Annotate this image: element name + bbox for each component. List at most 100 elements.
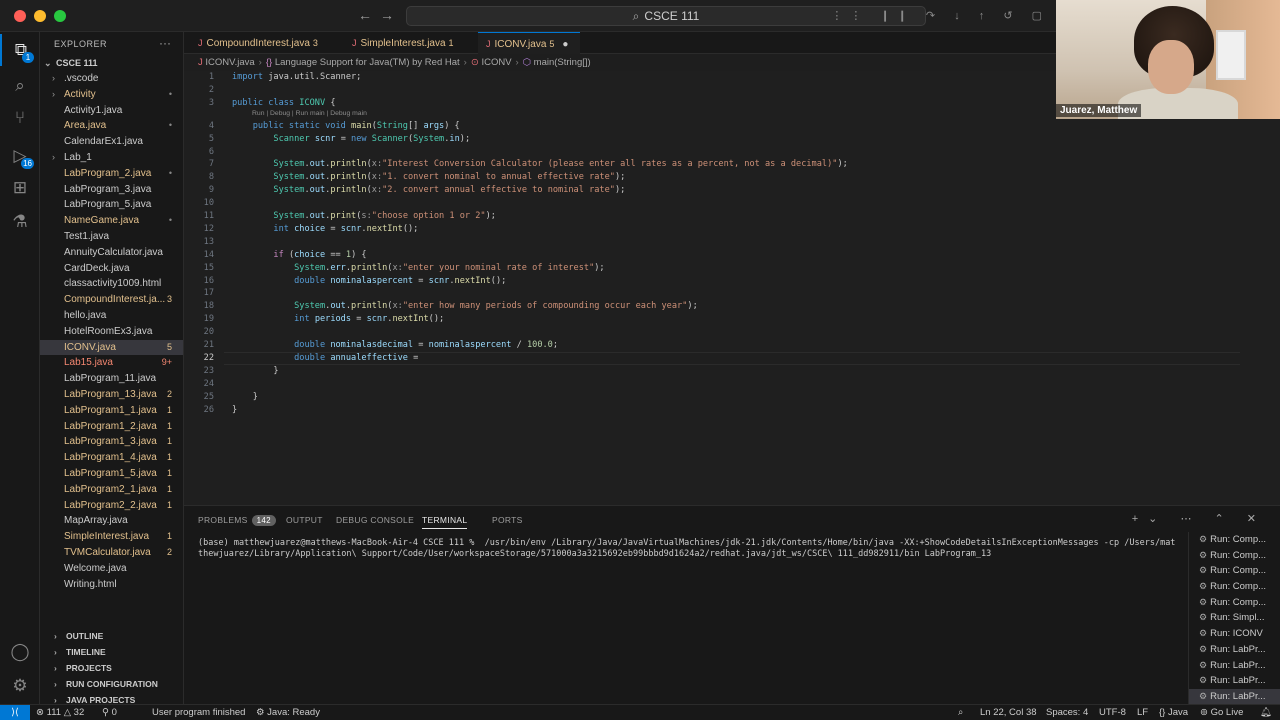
terminal-item[interactable]: ⚙ Run: Comp... — [1189, 579, 1280, 595]
folder-item[interactable]: › Activity • — [40, 87, 183, 103]
account-icon[interactable]: ◯ — [0, 636, 40, 668]
code-line[interactable]: System.out.println(x:"Interest Conversio… — [232, 159, 847, 169]
section-java-projects[interactable]: › JAVA PROJECTS — [40, 692, 183, 704]
code-line[interactable]: public static void main(String[] args) { — [232, 121, 460, 131]
code-line[interactable]: import java.util.Scanner; — [232, 72, 361, 82]
breadcrumb-method[interactable]: main(String[]) — [534, 57, 591, 68]
file-item[interactable]: LabProgram_13.java 2 — [40, 387, 183, 403]
terminal-item[interactable]: ⚙ Run: Simpl... — [1189, 610, 1280, 626]
panel-tab-terminal[interactable]: TERMINAL — [422, 511, 468, 529]
more-actions-icon[interactable]: ··· — [159, 36, 171, 50]
breadcrumb-file[interactable]: ICONV.java — [205, 57, 254, 68]
code-line[interactable]: System.out.println(x:"2. convert annual … — [232, 185, 625, 195]
window-minimize-button[interactable] — [34, 10, 46, 22]
file-item[interactable]: CalendarEx1.java — [40, 134, 183, 150]
file-item[interactable]: LabProgram2_1.java 1 — [40, 482, 183, 498]
file-item[interactable]: Activity1.java — [40, 103, 183, 119]
file-item[interactable]: hello.java — [40, 308, 183, 324]
terminal-output[interactable]: (base) matthewjuarez@matthews-MacBook-Ai… — [198, 538, 1178, 560]
java-status[interactable]: ⚙ Java: Ready — [256, 705, 320, 720]
file-item[interactable]: HotelRoomEx3.java — [40, 324, 183, 340]
testing-icon[interactable]: ⚗ — [0, 206, 40, 238]
file-item[interactable]: LabProgram2_2.java 1 — [40, 498, 183, 514]
window-maximize-button[interactable] — [54, 10, 66, 22]
code-line[interactable]: } — [232, 405, 237, 415]
breadcrumb-class[interactable]: ICONV — [481, 57, 511, 68]
settings-icon[interactable]: ⚙ — [0, 670, 40, 702]
file-item[interactable]: LabProgram1_2.java 1 — [40, 419, 183, 435]
problems-status[interactable]: ⊗ 111 △ 32 — [36, 705, 84, 720]
code-line[interactable]: System.out.println(x:"1. convert nominal… — [232, 172, 625, 182]
encoding[interactable]: UTF-8 — [1099, 705, 1126, 720]
section-outline[interactable]: › OUTLINE — [40, 628, 183, 644]
go-live-button[interactable]: ⊚ Go Live — [1200, 705, 1243, 720]
panel-toolbar[interactable]: +⌄ ⋯ ⌃ ✕ — [1132, 512, 1266, 525]
code-line[interactable]: double nominalaspercent = scnr.nextInt()… — [232, 276, 506, 286]
file-item[interactable]: LabProgram1_1.java 1 — [40, 403, 183, 419]
file-item[interactable]: LabProgram1_5.java 1 — [40, 466, 183, 482]
code-line[interactable]: int choice = scnr.nextInt(); — [232, 224, 418, 234]
notifications-icon[interactable]: 🔔︎ — [1260, 705, 1272, 720]
terminal-item[interactable]: ⚙ Run: Comp... — [1189, 532, 1280, 548]
files-icon[interactable]: ⧉ 1 — [0, 34, 40, 66]
line-endings[interactable]: LF — [1137, 705, 1148, 720]
breadcrumb-plugin[interactable]: Language Support for Java(TM) by Red Hat — [275, 57, 460, 68]
code-line[interactable]: double annualeffective = — [232, 353, 423, 363]
terminal-item[interactable]: ⚙ Run: LabPr... — [1189, 688, 1280, 705]
extensions-icon[interactable]: ⊞ — [0, 172, 40, 204]
panel-tab-problems[interactable]: PROBLEMS 142 — [198, 511, 276, 529]
indentation[interactable]: Spaces: 4 — [1046, 705, 1088, 720]
terminal-item[interactable]: ⚙ Run: Comp... — [1189, 563, 1280, 579]
code-line[interactable]: int periods = scnr.nextInt(); — [232, 314, 444, 324]
file-item[interactable]: AnnuityCalculator.java — [40, 245, 183, 261]
code-line[interactable]: public class ICONV { — [232, 98, 336, 108]
debug-toolbar[interactable]: ⋮⋮ ❙❙ ↷ ↓ ↑ ↺ ▢ — [831, 9, 1050, 22]
section-projects[interactable]: › PROJECTS — [40, 660, 183, 676]
panel-tab-ports[interactable]: PORTS — [492, 511, 523, 529]
file-item[interactable]: TVMCalculator.java 2 — [40, 545, 183, 561]
file-item[interactable]: classactivity1009.html — [40, 276, 183, 292]
code-line[interactable]: double nominalasdecimal = nominalasperce… — [232, 340, 558, 350]
file-item[interactable]: LabProgram_3.java — [40, 182, 183, 198]
root-folder[interactable]: ⌄ CSCE 111 — [44, 58, 98, 69]
ports-status[interactable]: ⚲ 0 — [102, 705, 117, 720]
terminal-item[interactable]: ⚙ Run: LabPr... — [1189, 642, 1280, 658]
section-timeline[interactable]: › TIMELINE — [40, 644, 183, 660]
file-item[interactable]: CompoundInterest.ja... 3 — [40, 292, 183, 308]
file-item[interactable]: LabProgram_2.java • — [40, 166, 183, 182]
file-item[interactable]: Lab15.java 9+ — [40, 355, 183, 371]
cursor-position[interactable]: Ln 22, Col 38 — [980, 705, 1037, 720]
tab-iconv[interactable]: J ICONV.java 5 ● — [478, 32, 581, 54]
forward-arrow-icon[interactable]: → — [380, 7, 394, 23]
unsaved-dot-icon[interactable]: ● — [562, 39, 568, 50]
code-editor[interactable]: 1 import java.util.Scanner; 2 3 public class… — [184, 71, 1280, 505]
file-item[interactable]: LabProgram1_4.java 1 — [40, 450, 183, 466]
file-item[interactable]: Writing.html — [40, 577, 183, 593]
file-item[interactable]: LabProgram_5.java — [40, 197, 183, 213]
language-mode[interactable]: {} Java — [1159, 705, 1188, 720]
file-item[interactable]: Area.java • — [40, 118, 183, 134]
back-arrow-icon[interactable]: ← — [358, 7, 372, 23]
file-item[interactable]: LabProgram1_3.java 1 — [40, 434, 183, 450]
run-debug-icon[interactable]: ▷ 16 — [0, 140, 40, 172]
code-line[interactable]: System.out.println(x:"enter how many per… — [232, 301, 698, 311]
terminal-item[interactable]: ⚙ Run: Comp... — [1189, 595, 1280, 611]
file-item[interactable]: Test1.java — [40, 229, 183, 245]
code-lens[interactable]: Run | Debug | Run main | Debug main — [252, 110, 367, 117]
code-line[interactable]: System.out.print(s:"choose option 1 or 2… — [232, 211, 496, 221]
terminal-item[interactable]: ⚙ Run: LabPr... — [1189, 673, 1280, 689]
tab-simpleinterest[interactable]: J SimpleInterest.java 1 — [352, 32, 454, 54]
terminal-item[interactable]: ⚙ Run: ICONV — [1189, 626, 1280, 642]
panel-tab-debug-console[interactable]: DEBUG CONSOLE — [336, 511, 414, 529]
code-line[interactable]: System.err.println(x:"enter your nominal… — [232, 263, 605, 273]
folder-item[interactable]: › .vscode — [40, 71, 183, 87]
terminal-item[interactable]: ⚙ Run: LabPr... — [1189, 658, 1280, 674]
terminal-item[interactable]: ⚙ Run: Comp... — [1189, 548, 1280, 564]
folder-item[interactable]: › Lab_1 — [40, 150, 183, 166]
file-item[interactable]: CardDeck.java — [40, 261, 183, 277]
file-item[interactable]: ICONV.java 5 — [40, 339, 183, 356]
file-item[interactable]: Welcome.java — [40, 561, 183, 577]
panel-tab-output[interactable]: OUTPUT — [286, 511, 323, 529]
section-run-configuration[interactable]: › RUN CONFIGURATION — [40, 676, 183, 692]
search-icon[interactable]: ⌕ — [0, 70, 40, 102]
